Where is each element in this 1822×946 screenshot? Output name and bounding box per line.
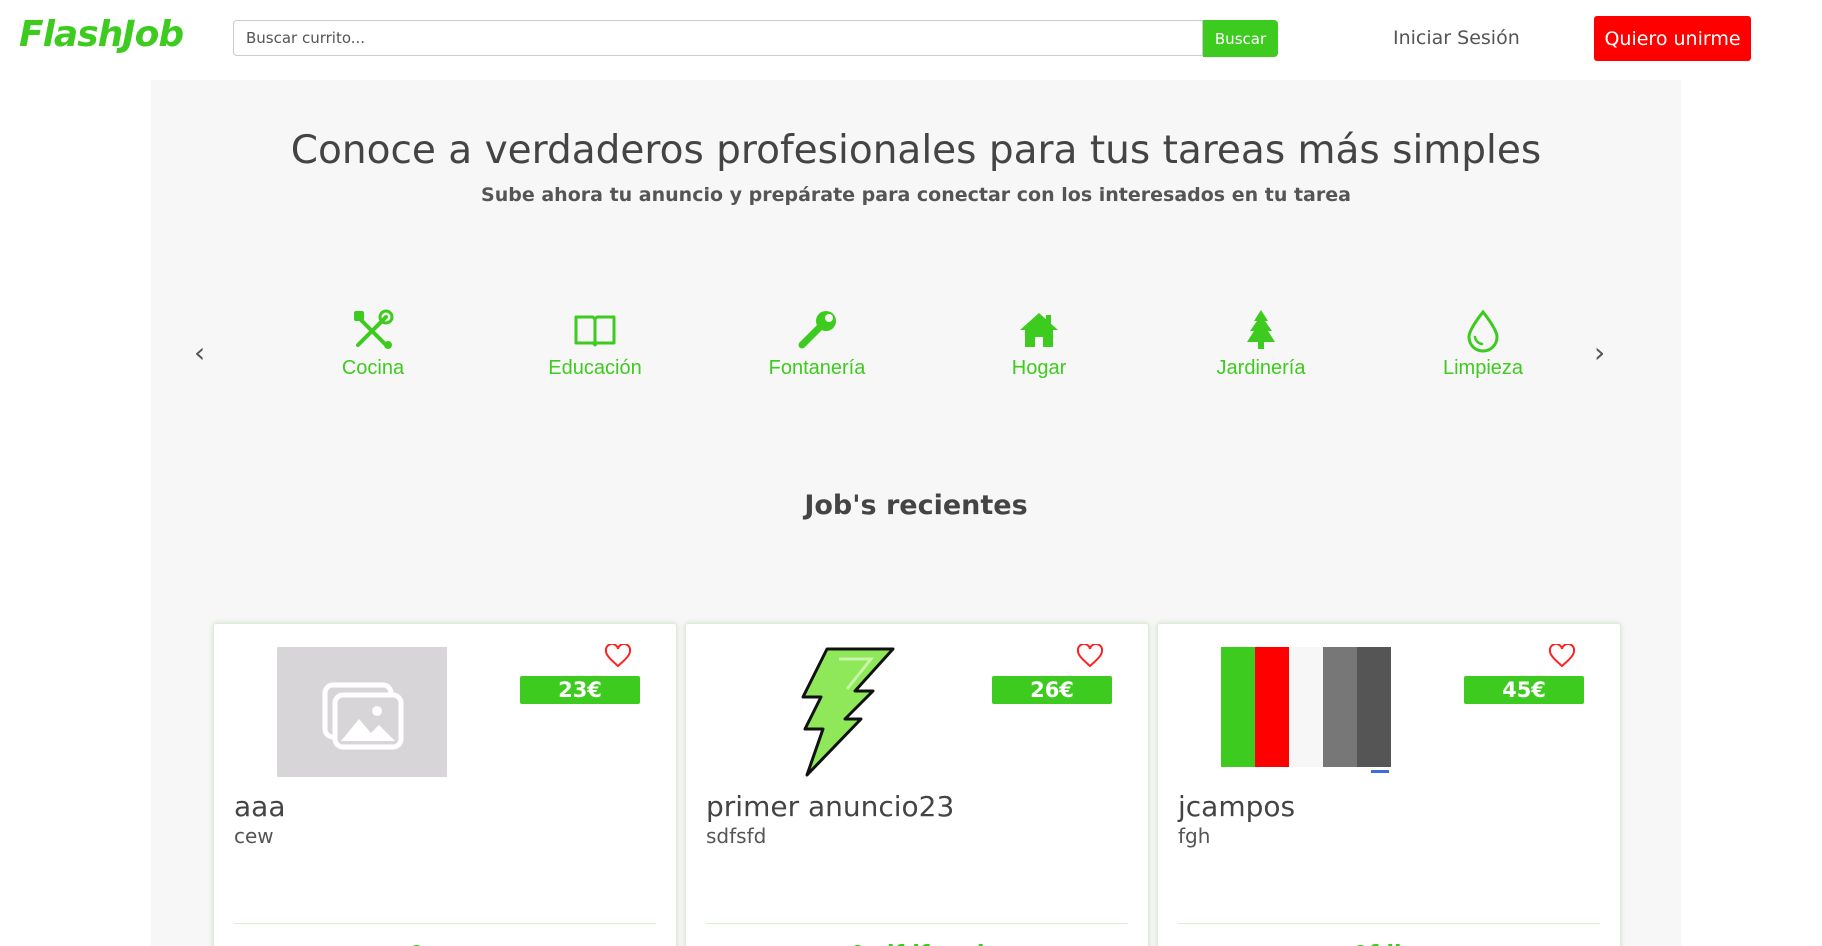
card-divider [234,923,656,924]
top-navbar: FlashJob Buscar Iniciar Sesión Quiero un… [0,0,1822,80]
job-card[interactable]: 45€ jcampos fgh ⚲fdbg [1157,623,1621,946]
favorite-heart-icon[interactable] [1549,644,1575,668]
category-label: Fontanería [768,357,866,379]
category-jardineria[interactable]: Jardinería [1161,307,1361,380]
card-divider [706,923,1128,924]
carousel-prev-arrow[interactable]: ‹ [194,336,205,369]
job-price: 23€ [520,676,640,704]
wrench-icon [798,311,836,349]
job-title[interactable]: jcampos [1178,790,1295,823]
category-label: Limpieza [1442,357,1524,379]
tools-icon [354,309,394,349]
job-price: 26€ [992,676,1112,704]
job-image [277,647,447,777]
category-fontaneria[interactable]: Fontanería [717,307,917,380]
login-link[interactable]: Iniciar Sesión [1393,27,1520,49]
job-title[interactable]: aaa [234,790,285,823]
location-pin-icon: ⚲ [409,942,425,946]
house-icon [1020,313,1058,347]
job-description: cew [234,824,274,848]
card-divider [1178,923,1600,924]
job-price: 45€ [1464,676,1584,704]
hero-title: Conoce a verdaderos profesionales para t… [290,128,1542,173]
search-input[interactable] [233,20,1203,56]
job-card[interactable]: 23€ aaa cew ⚲sevv [213,623,677,946]
hero-subtitle: Sube ahora tu anuncio y prepárate para c… [481,184,1351,206]
color-palette-image [1221,647,1391,777]
carousel-next-arrow[interactable]: › [1594,336,1605,369]
category-label: Educación [548,357,642,379]
lightning-icon [801,647,895,777]
main-content: Conoce a verdaderos profesionales para t… [151,80,1681,946]
location-pin-icon: ⚲ [850,942,866,946]
search-button[interactable]: Buscar [1203,20,1278,57]
category-label: Cocina [341,357,405,379]
drop-icon [1467,309,1499,353]
category-label: Jardinería [1216,357,1306,379]
book-icon [574,315,616,347]
job-location: ⚲sevv [214,942,676,946]
job-location-text: sevv [425,942,482,946]
job-description: sdfsfd [706,824,767,848]
join-button[interactable]: Quiero unirme [1594,16,1751,61]
location-pin-icon: ⚲ [1353,942,1369,946]
category-hogar[interactable]: Hogar [939,307,1139,380]
category-limpieza[interactable]: Limpieza [1383,307,1583,380]
category-cocina[interactable]: Cocina [273,307,473,380]
job-location: ⚲fdbg [1158,942,1620,946]
category-educacion[interactable]: Educación [495,307,695,380]
flashjob-logo[interactable]: FlashJob [19,14,184,55]
job-card[interactable]: 26€ primer anuncio23 sdfsfd ⚲sdfdfsssd [685,623,1149,946]
category-label: Hogar [1011,357,1067,379]
job-location-text: sdfdfsssd [866,942,985,946]
job-image [1221,647,1391,777]
favorite-heart-icon[interactable] [1077,644,1103,668]
recent-jobs-title: Job's recientes [804,490,1028,521]
job-location-text: fdbg [1369,942,1426,946]
job-image [749,647,919,777]
placeholder-image-icon [277,647,447,777]
job-location: ⚲sdfdfsssd [686,942,1148,946]
job-title[interactable]: primer anuncio23 [706,790,954,823]
tree-icon [1247,310,1275,349]
job-description: fgh [1178,824,1211,848]
favorite-heart-icon[interactable] [605,644,631,668]
